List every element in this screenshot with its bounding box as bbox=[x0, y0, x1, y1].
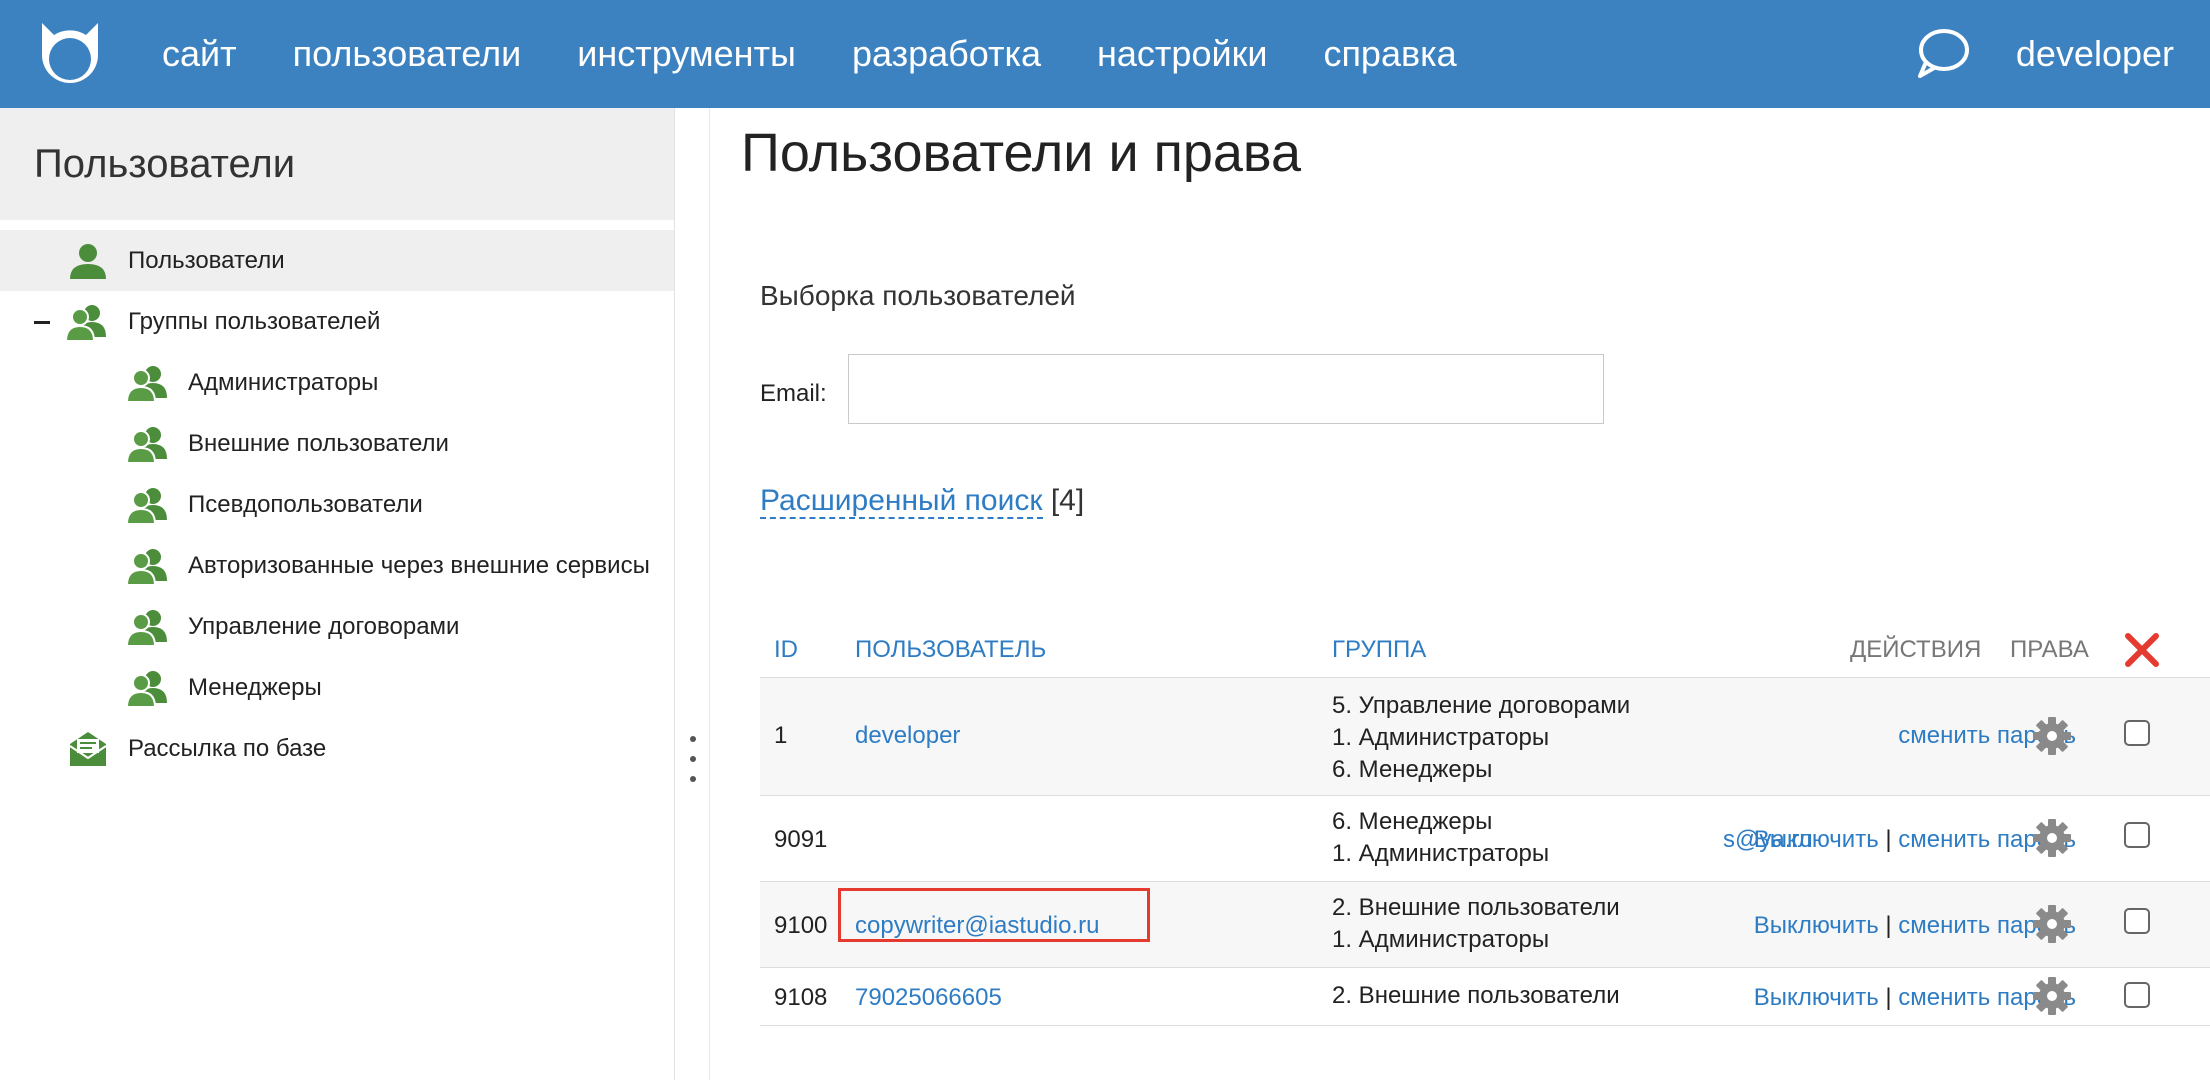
column-actions-header: ДЕЙСТВИЯ bbox=[1850, 636, 1982, 663]
group-entry: 1. Администраторы bbox=[1332, 926, 1550, 953]
users-group-icon bbox=[127, 610, 167, 646]
nav-users[interactable]: пользователи bbox=[293, 33, 522, 75]
cat-logo-icon[interactable] bbox=[34, 19, 106, 89]
sidebar-item-managers[interactable]: Менеджеры bbox=[0, 657, 674, 718]
column-rights-header: ПРАВА bbox=[2010, 636, 2089, 663]
users-group-icon bbox=[127, 549, 167, 585]
page-title: Пользователи и права bbox=[741, 123, 1302, 183]
actions-separator: | bbox=[1885, 912, 1899, 939]
row-actions: Выключить | сменить пароль bbox=[1754, 912, 2076, 940]
row-actions: Выключить | сменить пароль bbox=[1754, 826, 2076, 854]
column-id-header[interactable]: ID bbox=[774, 636, 798, 664]
users-group-icon bbox=[127, 427, 167, 463]
actions-separator: | bbox=[1885, 984, 1899, 1011]
sidebar-item-label: Менеджеры bbox=[188, 673, 322, 701]
nav-help[interactable]: справка bbox=[1323, 33, 1456, 75]
users-table: ID ПОЛЬЗОВАТЕЛЬ ГРУППА ДЕЙСТВИЯ ПРАВА 1 … bbox=[760, 618, 2210, 1026]
advanced-search: Расширенный поиск [4] bbox=[760, 484, 1085, 519]
row-checkbox[interactable] bbox=[2124, 822, 2150, 848]
disable-user-link[interactable]: Выключить bbox=[1754, 826, 1879, 853]
gear-icon[interactable] bbox=[2032, 716, 2072, 756]
group-entry: 5. Управление договорами bbox=[1332, 692, 1631, 719]
users-group-icon bbox=[127, 366, 167, 402]
sidebar-item-pseudo-users[interactable]: Псевдопользователи bbox=[0, 474, 674, 535]
advanced-search-link[interactable]: Расширенный поиск bbox=[760, 484, 1043, 519]
sidebar-item-label: Управление договорами bbox=[188, 612, 460, 640]
sidebar-item-user-groups[interactable]: Группы пользователей bbox=[0, 291, 674, 352]
disable-user-link[interactable]: Выключить bbox=[1754, 912, 1879, 939]
sidebar-title: Пользователи bbox=[0, 108, 674, 220]
row-actions: Выключить | сменить пароль bbox=[1754, 984, 2076, 1012]
nav-development[interactable]: разработка bbox=[852, 33, 1041, 75]
sidebar-item-mailing[interactable]: Рассылка по базе bbox=[0, 718, 674, 779]
filter-section-title: Выборка пользователей bbox=[760, 280, 1076, 311]
row-id: 9091 bbox=[774, 826, 828, 853]
sidebar-item-label: Авторизованные через внешние сервисы bbox=[188, 551, 650, 579]
sidebar-item-label: Группы пользователей bbox=[128, 307, 381, 335]
row-groups: 6. Менеджеры 1. Администраторы bbox=[1332, 806, 1549, 870]
table-row: 1 developer 5. Управление договорами 1. … bbox=[760, 678, 2210, 796]
group-entry: 1. Администраторы bbox=[1332, 724, 1550, 751]
gear-icon[interactable] bbox=[2032, 818, 2072, 858]
row-user-link[interactable]: developer bbox=[855, 722, 960, 750]
actions-separator: | bbox=[1885, 826, 1899, 853]
row-id: 9100 bbox=[774, 912, 828, 939]
sidebar-item-label: Рассылка по базе bbox=[128, 734, 327, 762]
sidebar: Пользователи Пользователи Группы пользов… bbox=[0, 108, 675, 1080]
row-checkbox[interactable] bbox=[2124, 720, 2150, 746]
row-checkbox[interactable] bbox=[2124, 982, 2150, 1008]
user-icon bbox=[70, 244, 106, 279]
sidebar-item-contracts[interactable]: Управление договорами bbox=[0, 596, 674, 657]
column-group-header[interactable]: ГРУППА bbox=[1332, 636, 1426, 664]
table-row: 9091 s@ya.ru 6. Менеджеры 1. Администрат… bbox=[760, 796, 2210, 882]
gear-icon[interactable] bbox=[2032, 976, 2072, 1016]
nav-site[interactable]: сайт bbox=[162, 33, 237, 75]
table-header: ID ПОЛЬЗОВАТЕЛЬ ГРУППА ДЕЙСТВИЯ ПРАВА bbox=[760, 618, 2210, 678]
delete-selected-icon[interactable] bbox=[2124, 632, 2160, 668]
email-label: Email: bbox=[760, 380, 827, 407]
disable-user-link[interactable]: Выключить bbox=[1754, 984, 1879, 1011]
row-checkbox[interactable] bbox=[2124, 908, 2150, 934]
sidebar-tree: Пользователи Группы пользователей Админи… bbox=[0, 220, 674, 779]
sidebar-item-label: Пользователи bbox=[128, 246, 285, 274]
table-row: 9108 79025066605 2. Внешние пользователи… bbox=[760, 968, 2210, 1026]
chat-bubble-icon[interactable] bbox=[1914, 26, 1970, 80]
sidebar-item-external-users[interactable]: Внешние пользователи bbox=[0, 413, 674, 474]
group-entry: 6. Менеджеры bbox=[1332, 756, 1493, 783]
row-groups: 5. Управление договорами 1. Администрато… bbox=[1332, 690, 1630, 786]
main-nav: сайт пользователи инструменты разработка… bbox=[162, 0, 1513, 108]
group-entry: 2. Внешние пользователи bbox=[1332, 982, 1620, 1009]
advanced-search-count: [4] bbox=[1050, 484, 1085, 517]
sidebar-item-label: Внешние пользователи bbox=[188, 429, 449, 457]
row-id: 9108 bbox=[774, 984, 828, 1011]
current-user-menu[interactable]: developer bbox=[2016, 0, 2174, 108]
users-group-icon bbox=[127, 671, 167, 707]
drag-handle-icon[interactable] bbox=[690, 736, 696, 786]
sidebar-splitter[interactable] bbox=[676, 108, 710, 1080]
highlight-annotation bbox=[838, 888, 1150, 942]
users-group-icon bbox=[127, 488, 167, 524]
email-input[interactable] bbox=[848, 354, 1604, 424]
users-group-icon bbox=[66, 305, 106, 341]
column-user-header[interactable]: ПОЛЬЗОВАТЕЛЬ bbox=[855, 636, 1046, 664]
nav-tools[interactable]: инструменты bbox=[577, 33, 796, 75]
sidebar-item-label: Администраторы bbox=[188, 368, 379, 396]
group-entry: 1. Администраторы bbox=[1332, 840, 1550, 867]
sidebar-item-label: Псевдопользователи bbox=[188, 490, 423, 518]
row-id: 1 bbox=[774, 722, 788, 749]
collapse-toggle-icon[interactable] bbox=[34, 321, 50, 324]
mail-icon bbox=[69, 732, 107, 766]
row-groups: 2. Внешние пользователи bbox=[1332, 980, 1620, 1012]
sidebar-item-users[interactable]: Пользователи bbox=[0, 230, 674, 291]
row-user-link[interactable]: 79025066605 bbox=[855, 984, 1002, 1012]
group-entry: 2. Внешние пользователи bbox=[1332, 894, 1620, 921]
gear-icon[interactable] bbox=[2032, 904, 2072, 944]
sidebar-item-external-auth[interactable]: Авторизованные через внешние сервисы bbox=[0, 535, 674, 596]
top-navigation-bar: сайт пользователи инструменты разработка… bbox=[0, 0, 2210, 108]
row-groups: 2. Внешние пользователи 1. Администратор… bbox=[1332, 892, 1620, 956]
group-entry: 6. Менеджеры bbox=[1332, 808, 1493, 835]
sidebar-item-administrators[interactable]: Администраторы bbox=[0, 352, 674, 413]
nav-settings[interactable]: настройки bbox=[1097, 33, 1267, 75]
